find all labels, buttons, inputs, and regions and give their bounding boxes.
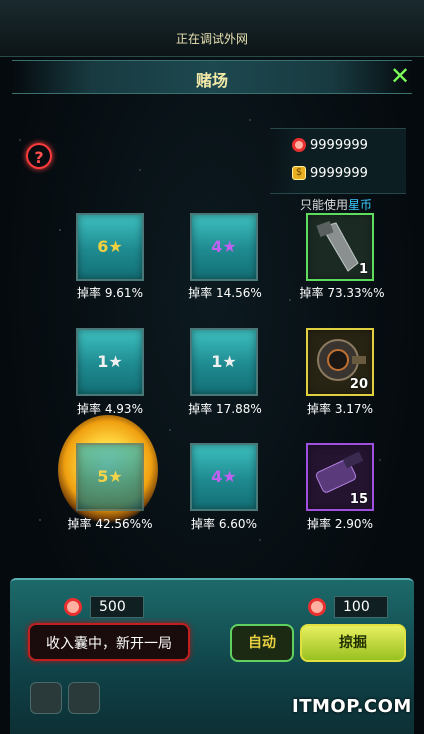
- star-box: 4★: [190, 213, 258, 281]
- grid-cell-6[interactable]: 20: [306, 328, 374, 396]
- red-coin-icon: [308, 598, 326, 616]
- red-coin-icon: [292, 138, 306, 152]
- drop-rate: 掉率 6.60%: [191, 517, 257, 531]
- item-box: 1: [306, 213, 374, 281]
- grid-cell-7[interactable]: 5★: [76, 443, 144, 511]
- chat-icon[interactable]: [68, 682, 100, 714]
- star-count-label: 4★: [192, 237, 256, 256]
- red-coin-icon: [64, 598, 82, 616]
- drop-rate: 掉率 3.17%: [307, 402, 373, 416]
- status-text: 正在调试外网: [175, 32, 248, 46]
- star-box: 5★: [76, 443, 144, 511]
- grid-cell-2[interactable]: 4★: [190, 213, 258, 281]
- note-prefix: 只能使用: [300, 198, 349, 212]
- white-star-icon: ★: [222, 352, 237, 371]
- star-box: 1★: [190, 328, 258, 396]
- star-count-label: 1★: [192, 352, 256, 371]
- star-count: 4: [211, 467, 223, 486]
- item-quantity: 15: [349, 492, 368, 507]
- star-count: 1: [211, 352, 223, 371]
- star-count-label: 5★: [78, 467, 142, 486]
- purple-star-icon: ★: [222, 237, 237, 256]
- item-box: 15: [306, 443, 374, 511]
- purple-star-icon: ★: [222, 467, 237, 486]
- drop-rate: 掉率 42.56%%: [67, 517, 153, 531]
- drop-rate: 掉率 2.90%: [307, 517, 373, 531]
- red-coin-amount: 9999999: [310, 137, 368, 153]
- item-quantity: 20: [349, 377, 368, 392]
- grab-button[interactable]: 掠掘: [300, 624, 406, 662]
- restart-button[interactable]: 收入囊中，新开一局: [28, 623, 190, 661]
- bet-right-value: 100: [334, 596, 388, 618]
- star-count-label: 4★: [192, 467, 256, 486]
- item-quantity: 1: [358, 262, 368, 277]
- avatar[interactable]: [30, 682, 62, 714]
- star-count: 4: [211, 237, 223, 256]
- star-count: 1: [97, 352, 109, 371]
- close-icon[interactable]: ✕: [388, 64, 412, 88]
- grid-cell-1[interactable]: 6★: [76, 213, 144, 281]
- star-box: 6★: [76, 213, 144, 281]
- bet-left-value: 500: [90, 596, 144, 618]
- title-bar: 赌场: [12, 60, 412, 94]
- status-bar: 正在调试外网: [0, 0, 424, 57]
- auto-button[interactable]: 自动: [230, 624, 294, 662]
- drop-rate: 掉率 17.88%: [188, 402, 262, 416]
- star-count: 6: [97, 237, 109, 256]
- star-box: 1★: [76, 328, 144, 396]
- bet-right: 100: [308, 596, 388, 618]
- star-count: 5: [97, 467, 109, 486]
- grid-cell-8[interactable]: 4★: [190, 443, 258, 511]
- gold-coin-amount: 9999999: [310, 165, 368, 181]
- note-highlight: 星币: [348, 198, 373, 212]
- gold-star-icon: ★: [108, 237, 123, 256]
- grid-cell-3[interactable]: 1: [306, 213, 374, 281]
- currency-note: 只能使用星币: [300, 196, 372, 213]
- star-box: 4★: [190, 443, 258, 511]
- star-count-label: 1★: [78, 352, 142, 371]
- page-title: 赌场: [195, 71, 228, 90]
- drop-rate: 掉率 9.61%: [77, 286, 143, 300]
- drop-rate: 掉率 73.33%%: [299, 286, 385, 300]
- bet-left: 500: [64, 596, 144, 618]
- currency-panel: 9999999 $ 9999999: [270, 128, 406, 194]
- gold-star-icon: ★: [108, 467, 123, 486]
- watermark: ITMOP.COM: [292, 696, 412, 717]
- item-box: 20: [306, 328, 374, 396]
- grid-cell-5[interactable]: 1★: [190, 328, 258, 396]
- gold-coin-row: $ 9999999: [292, 163, 368, 183]
- star-count-label: 6★: [78, 237, 142, 256]
- white-star-icon: ★: [108, 352, 123, 371]
- gold-coin-icon: $: [292, 166, 306, 180]
- drop-rate: 掉率 4.93%: [77, 402, 143, 416]
- help-icon[interactable]: ?: [26, 143, 52, 169]
- red-coin-row: 9999999: [292, 135, 368, 155]
- drop-rate: 掉率 14.56%: [188, 286, 262, 300]
- grid-cell-4[interactable]: 1★: [76, 328, 144, 396]
- grid-cell-9[interactable]: 15: [306, 443, 374, 511]
